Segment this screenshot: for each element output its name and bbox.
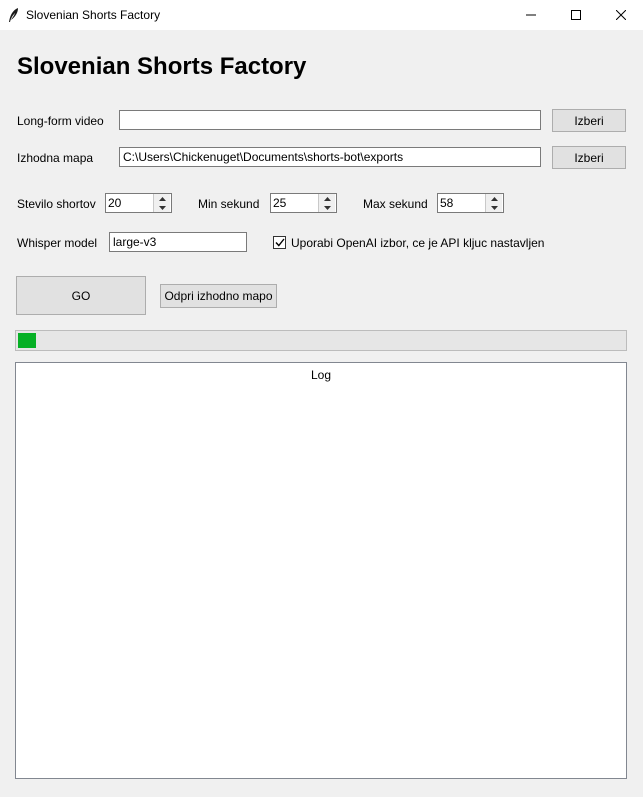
max-value: 58 — [440, 196, 454, 210]
title-bar[interactable]: Slovenian Shorts Factory — [0, 0, 643, 30]
go-button[interactable]: GO — [16, 276, 146, 315]
maximize-icon — [571, 10, 581, 20]
count-spinbox[interactable]: 20 — [105, 193, 172, 213]
feather-icon — [7, 7, 21, 23]
video-label: Long-form video — [17, 114, 104, 128]
output-browse-button[interactable]: Izberi — [552, 146, 626, 169]
window-title: Slovenian Shorts Factory — [26, 8, 161, 22]
minimize-button[interactable] — [508, 0, 554, 30]
progress-bar-fill — [18, 333, 36, 348]
max-label: Max sekund — [363, 197, 428, 211]
openai-checkbox[interactable] — [273, 236, 286, 249]
count-down-arrow-icon[interactable] — [154, 203, 170, 212]
video-browse-button[interactable]: Izberi — [552, 109, 626, 132]
min-value: 25 — [273, 196, 287, 210]
max-spinbox[interactable]: 58 — [437, 193, 504, 213]
count-label: Stevilo shortov — [17, 197, 96, 211]
maximize-button[interactable] — [553, 0, 599, 30]
count-value: 20 — [108, 196, 122, 210]
output-path-input[interactable]: C:\Users\Chickenuget\Documents\shorts-bo… — [119, 147, 541, 167]
open-output-folder-button[interactable]: Odpri izhodno mapo — [160, 284, 277, 308]
whisper-model-input[interactable]: large-v3 — [109, 232, 247, 252]
log-title: Log — [310, 368, 332, 382]
close-icon — [616, 10, 626, 20]
video-path-input[interactable] — [119, 110, 541, 130]
whisper-label: Whisper model — [17, 236, 98, 250]
min-down-arrow-icon[interactable] — [319, 203, 335, 212]
progress-bar — [15, 330, 627, 351]
min-label: Min sekund — [198, 197, 260, 211]
page-title: Slovenian Shorts Factory — [17, 53, 307, 80]
minimize-icon — [526, 14, 536, 16]
log-panel[interactable]: Log — [15, 362, 627, 779]
close-button[interactable] — [598, 0, 643, 30]
checkmark-icon — [274, 238, 285, 247]
output-label: Izhodna mapa — [17, 151, 94, 165]
max-down-arrow-icon[interactable] — [486, 203, 502, 212]
min-spinbox[interactable]: 25 — [270, 193, 337, 213]
openai-checkbox-label[interactable]: Uporabi OpenAI izbor, ce je API kljuc na… — [291, 236, 544, 250]
